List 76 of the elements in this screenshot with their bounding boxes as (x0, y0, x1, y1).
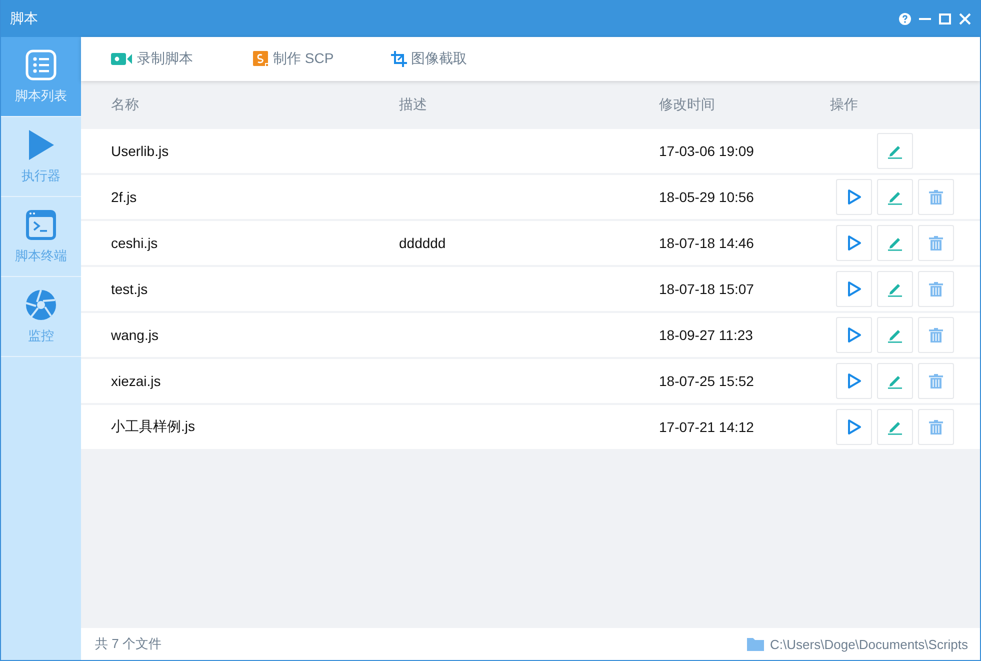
trash-icon (928, 235, 944, 251)
table-cell-text: 2f.js (111, 189, 138, 205)
file-count: 共 7 个文件 (95, 635, 162, 653)
sidebar-item[interactable]: 脚本列表 (1, 37, 81, 117)
aperture-icon (25, 288, 57, 320)
table-cell-text: wang.js (111, 327, 160, 343)
run-button[interactable] (836, 225, 872, 261)
delete-button[interactable] (918, 179, 954, 215)
table-cell-text: 18-07-18 14:46 (659, 235, 755, 251)
window-title: 脚本 (10, 10, 39, 28)
scp-icon (253, 51, 269, 67)
camera-icon (111, 52, 133, 66)
folder-icon (747, 637, 764, 651)
pencil-icon (887, 373, 903, 389)
edit-button[interactable] (877, 271, 913, 307)
table-cell-text: ceshi.js (111, 235, 159, 251)
table-cell: dddddd (399, 235, 446, 251)
table-cell-text: Userlib.js (111, 143, 170, 159)
table-cell-text: 18-05-29 10:56 (659, 189, 755, 205)
pencil-icon (887, 143, 903, 159)
table-cell-text: 18-07-18 15:07 (659, 281, 755, 297)
pencil-icon (887, 281, 903, 297)
edit-button[interactable] (877, 179, 913, 215)
column-header: 名称 (111, 96, 140, 114)
table-cell-text: xiezai.js (111, 373, 162, 389)
toolbar-button[interactable]: 图像截取 (391, 50, 467, 68)
edit-button[interactable] (877, 409, 913, 445)
close-icon[interactable] (959, 12, 971, 24)
crop-icon (391, 51, 407, 67)
table-cell-text: 小工具样例.js (111, 418, 196, 436)
play-icon (846, 419, 862, 435)
play-icon (846, 373, 862, 389)
play-icon (846, 327, 862, 343)
table-cell-text: 17-03-06 19:09 (659, 143, 755, 159)
delete-button[interactable] (918, 225, 954, 261)
trash-icon (928, 189, 944, 205)
help-icon[interactable] (899, 12, 911, 24)
pencil-icon (887, 327, 903, 343)
delete-button[interactable] (918, 363, 954, 399)
delete-button[interactable] (918, 409, 954, 445)
sidebar-item[interactable]: 监控 (1, 277, 81, 357)
pencil-icon (887, 189, 903, 205)
table-cell-text: 18-09-27 11:23 (659, 327, 754, 343)
delete-button[interactable] (918, 271, 954, 307)
terminal-icon (25, 208, 57, 240)
edit-button[interactable] (877, 363, 913, 399)
list-icon (25, 48, 57, 80)
column-header: 修改时间 (659, 96, 716, 114)
edit-button[interactable] (877, 133, 913, 169)
column-header: 操作 (830, 96, 859, 114)
run-button[interactable] (836, 317, 872, 353)
trash-icon (928, 419, 944, 435)
trash-icon (928, 281, 944, 297)
run-button[interactable] (836, 409, 872, 445)
sidebar-item[interactable]: 脚本终端 (1, 197, 81, 277)
table-cell-text: test.js (111, 281, 149, 297)
column-header: 描述 (399, 96, 428, 114)
run-button[interactable] (836, 271, 872, 307)
edit-button[interactable] (877, 317, 913, 353)
toolbar-button[interactable]: 录制脚本 (111, 50, 253, 68)
delete-button[interactable] (918, 317, 954, 353)
trash-icon (928, 327, 944, 343)
play-icon (846, 281, 862, 297)
run-button[interactable] (836, 363, 872, 399)
toolbar-button[interactable]: 制作 SCP (253, 50, 391, 68)
maximize-icon[interactable] (939, 12, 951, 24)
folder-path: C:\Users\Doge\Documents\Scripts (770, 636, 968, 652)
trash-icon (928, 373, 944, 389)
table-cell-text: 17-07-21 14:12 (659, 419, 755, 435)
play-icon (846, 235, 862, 251)
edit-button[interactable] (877, 225, 913, 261)
run-button[interactable] (836, 179, 872, 215)
pencil-icon (887, 235, 903, 251)
pencil-icon (887, 419, 903, 435)
play-icon (846, 189, 862, 205)
table-cell-text: 18-07-25 15:52 (659, 373, 755, 389)
